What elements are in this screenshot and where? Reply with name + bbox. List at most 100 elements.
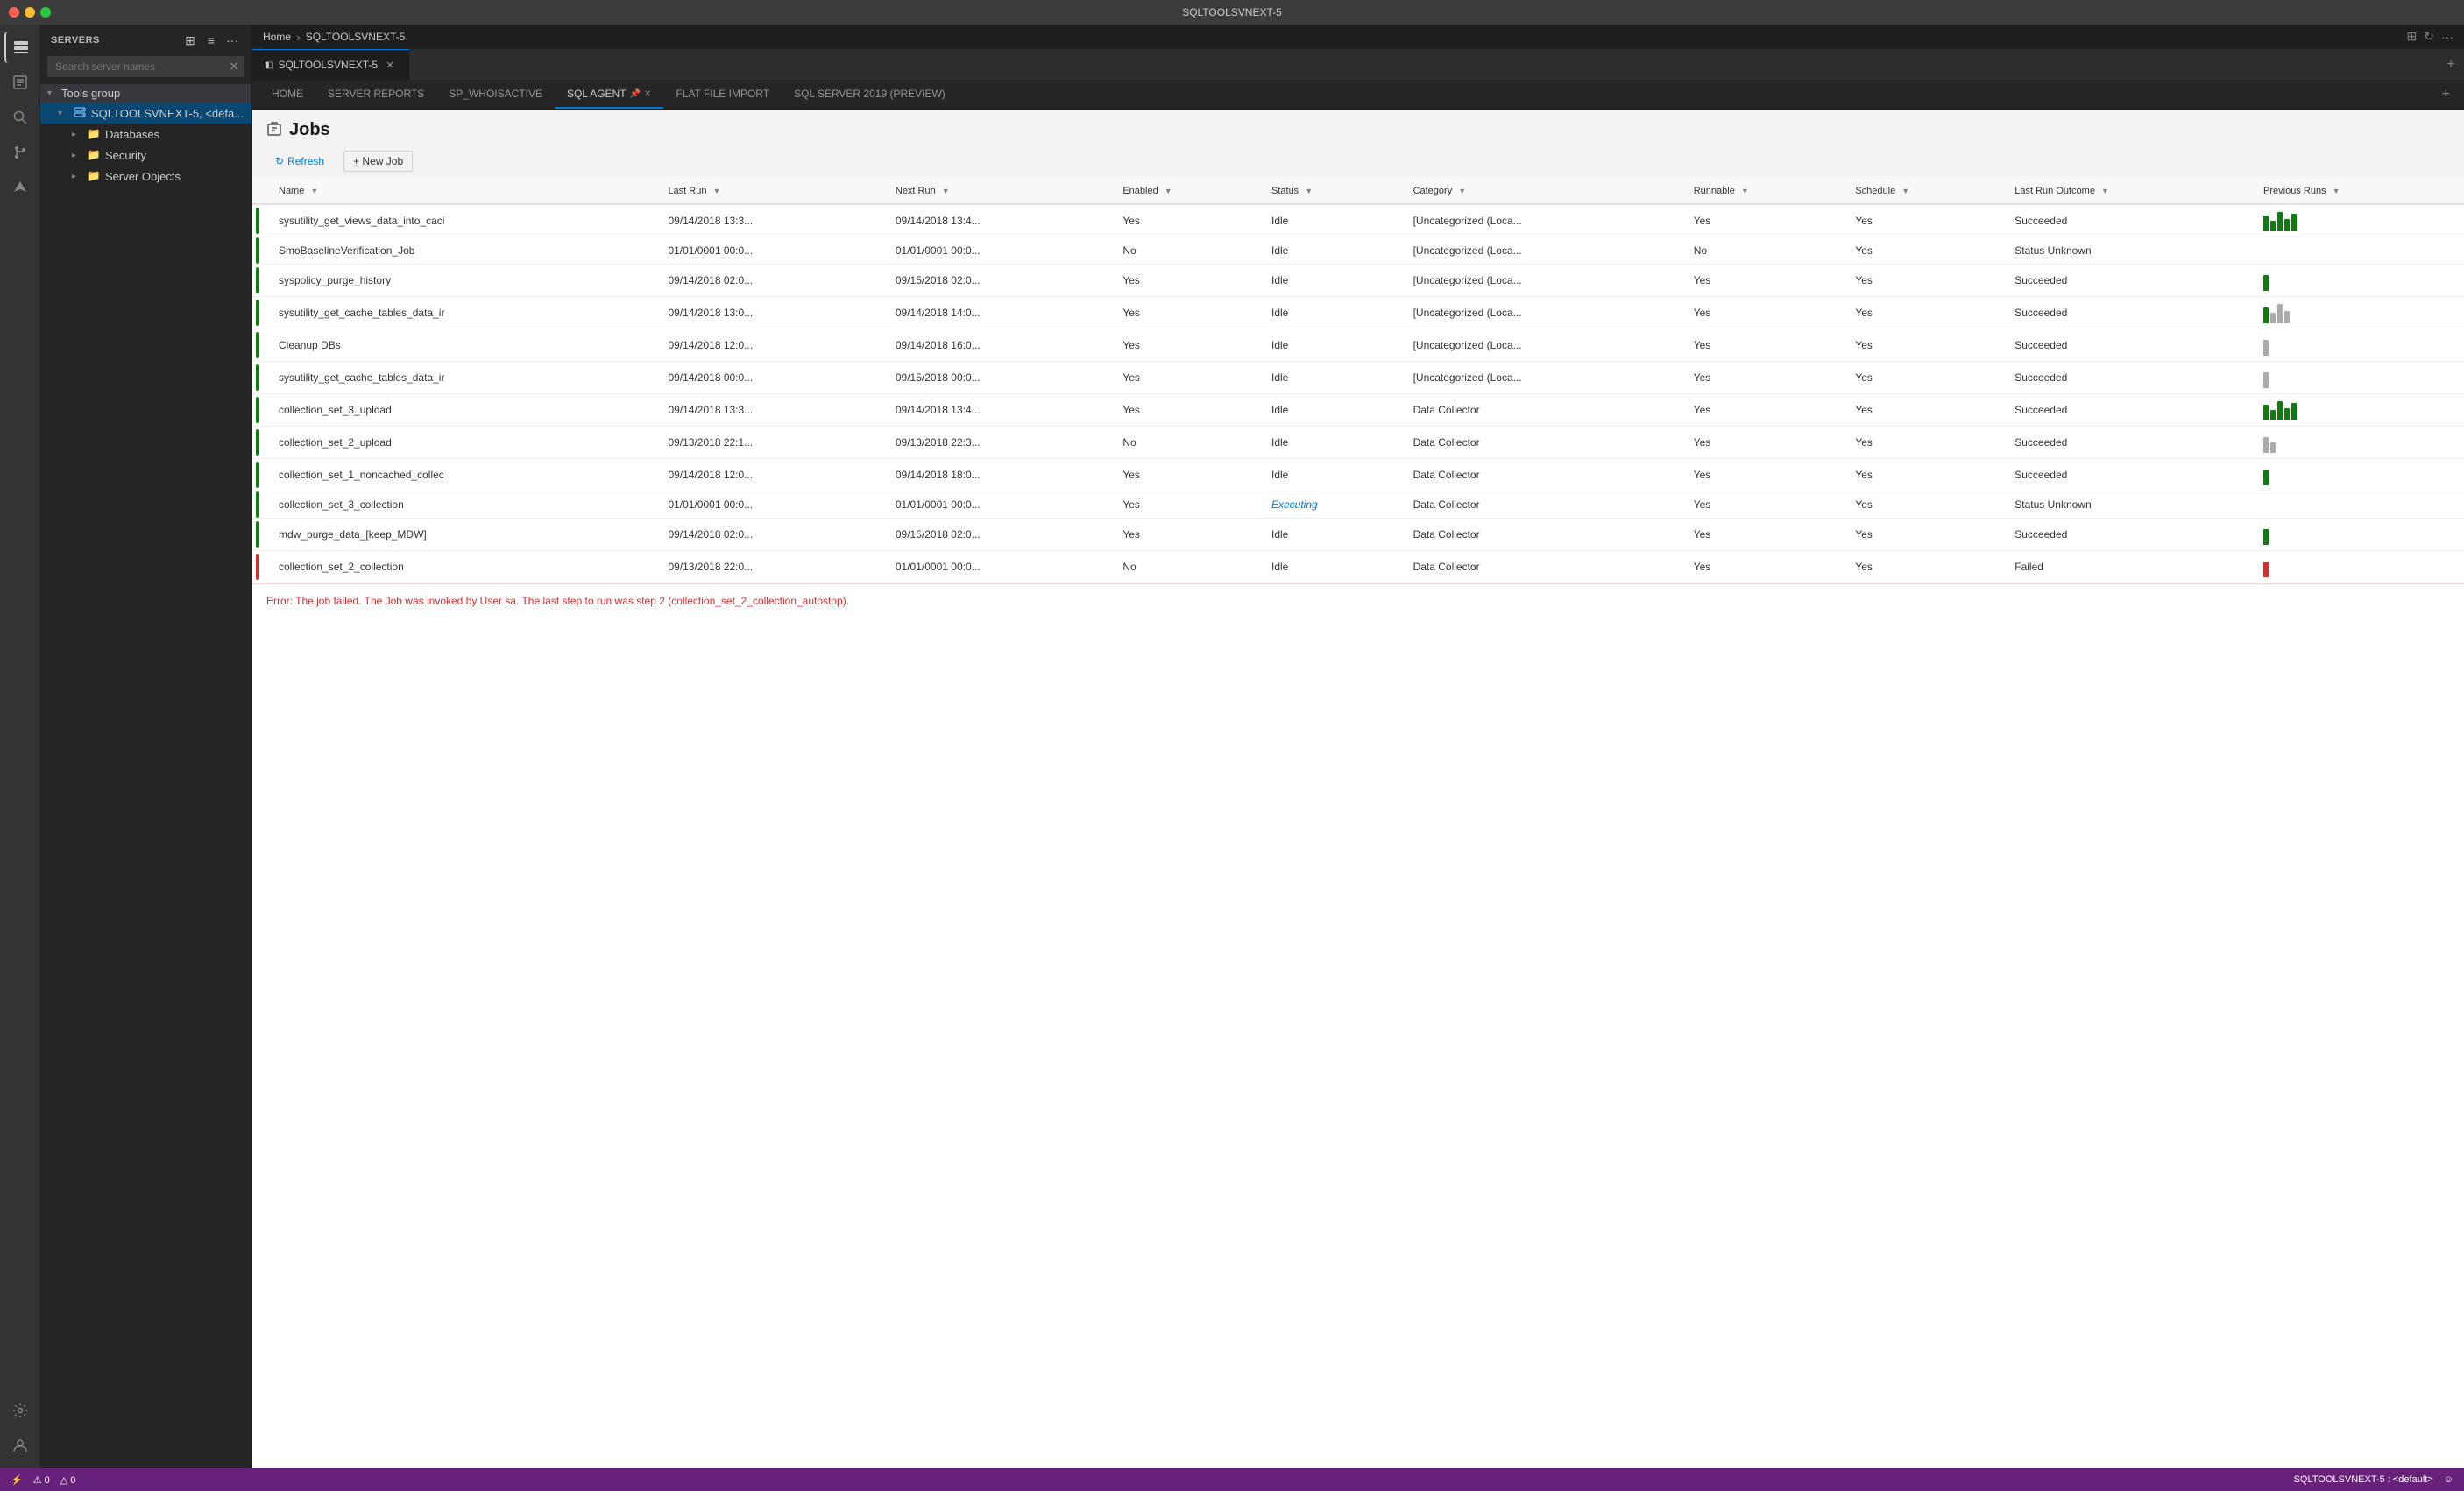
tree-item-server[interactable]: ▾ SQLTOOLSVNEXT-5, <defa... xyxy=(40,102,251,124)
tree-group-tools[interactable]: ▾ Tools group xyxy=(40,84,251,102)
status-indicator xyxy=(256,332,259,358)
search-input[interactable] xyxy=(47,56,244,77)
job-lastRun-cell: 09/14/2018 13:0... xyxy=(659,297,886,329)
job-name-cell: Cleanup DBs xyxy=(270,329,659,362)
tab-close-icon[interactable]: ✕ xyxy=(383,58,397,72)
th-name[interactable]: Name ▼ xyxy=(270,179,659,204)
table-row[interactable]: syspolicy_purge_history09/14/2018 02:0..… xyxy=(252,265,2464,297)
refresh-icon[interactable]: ↻ xyxy=(2424,29,2434,44)
mini-bar-chart xyxy=(2263,399,2455,420)
tab-sql-agent[interactable]: SQL AGENT 📌 ✕ xyxy=(555,81,663,109)
account-icon[interactable] xyxy=(4,1430,36,1461)
table-row[interactable]: Cleanup DBs09/14/2018 12:0...09/14/2018 … xyxy=(252,329,2464,362)
th-previous-runs[interactable]: Previous Runs ▼ xyxy=(2255,179,2464,204)
job-schedule-cell: Yes xyxy=(1846,204,2006,237)
tree-item-databases[interactable]: ▸ 📁 Databases xyxy=(40,124,251,145)
new-job-button[interactable]: + New Job xyxy=(343,151,413,172)
table-row[interactable]: collection_set_3_upload09/14/2018 13:3..… xyxy=(252,394,2464,427)
sql-agent-close-icon[interactable]: ✕ xyxy=(644,89,651,99)
th-schedule[interactable]: Schedule ▼ xyxy=(1846,179,2006,204)
more-icon[interactable]: ··· xyxy=(223,32,241,49)
job-name-cell: collection_set_2_collection xyxy=(270,551,659,583)
refresh-button[interactable]: ↻ Refresh xyxy=(266,152,333,171)
query-icon[interactable] xyxy=(4,67,36,98)
breadcrumb-home[interactable]: Home xyxy=(263,31,291,43)
mini-bar-chart xyxy=(2263,464,2455,485)
deploy-icon[interactable] xyxy=(4,172,36,203)
maximize-button[interactable] xyxy=(40,7,51,18)
collapse-icon[interactable]: ≡ xyxy=(202,32,220,49)
job-schedule-cell: Yes xyxy=(1846,519,2006,551)
th-runnable[interactable]: Runnable ▼ xyxy=(1685,179,1847,204)
tab-home[interactable]: HOME xyxy=(259,81,315,109)
table-row[interactable]: sysutility_get_cache_tables_data_ir09/14… xyxy=(252,362,2464,394)
job-name-cell: mdw_purge_data_[keep_MDW] xyxy=(270,519,659,551)
previous-runs-cell xyxy=(2255,204,2464,237)
tab-server-reports[interactable]: SERVER REPORTS xyxy=(315,81,436,109)
job-runnable-cell: Yes xyxy=(1685,394,1847,427)
new-connection-icon[interactable]: ⊞ xyxy=(181,32,199,49)
job-nextRun-cell: 09/15/2018 02:0... xyxy=(887,265,1114,297)
job-name-cell: sysutility_get_cache_tables_data_ir xyxy=(270,362,659,394)
th-indicator xyxy=(252,179,270,204)
mini-bar xyxy=(2263,562,2269,577)
th-next-run[interactable]: Next Run ▼ xyxy=(887,179,1114,204)
status-indicator xyxy=(256,208,259,234)
search-clear-icon[interactable]: ✕ xyxy=(229,60,239,74)
job-runnable-cell: Yes xyxy=(1685,297,1847,329)
tab-sp-whoisactive[interactable]: SP_WHOISACTIVE xyxy=(436,81,555,109)
settings-icon[interactable] xyxy=(4,1395,36,1426)
job-lastRun-cell: 09/14/2018 13:3... xyxy=(659,204,886,237)
previous-runs-cell xyxy=(2255,297,2464,329)
sql-agent-pin-icon[interactable]: 📌 xyxy=(630,89,641,99)
search-icon[interactable] xyxy=(4,102,36,133)
job-status-cell: Idle xyxy=(1263,265,1405,297)
servers-icon[interactable] xyxy=(4,32,36,63)
table-row[interactable]: collection_set_2_upload09/13/2018 22:1..… xyxy=(252,427,2464,459)
job-enabled-cell: Yes xyxy=(1114,459,1263,491)
tab-sqltoolsvnext[interactable]: ◧ SQLTOOLSVNEXT-5 ✕ xyxy=(252,49,410,80)
th-status[interactable]: Status ▼ xyxy=(1263,179,1405,204)
mini-bar xyxy=(2270,221,2276,231)
table-row[interactable]: collection_set_2_collection09/13/2018 22… xyxy=(252,551,2464,583)
th-enabled[interactable]: Enabled ▼ xyxy=(1114,179,1263,204)
status-indicator xyxy=(256,237,259,264)
job-lastRunOutcome-cell: Status Unknown xyxy=(2006,491,2255,519)
tab-flat-file-import[interactable]: FLAT FILE IMPORT xyxy=(663,81,782,109)
th-last-run[interactable]: Last Run ▼ xyxy=(659,179,886,204)
sidebar-header: SERVERS ⊞ ≡ ··· xyxy=(40,25,251,56)
databases-folder-icon: 📁 xyxy=(86,126,102,142)
tab-sql-server-preview[interactable]: SQL SERVER 2019 (PREVIEW) xyxy=(782,81,958,109)
job-enabled-cell: Yes xyxy=(1114,204,1263,237)
status-right: SQLTOOLSVNEXT-5 : <default> ☺ xyxy=(2294,1474,2453,1485)
refresh-icon: ↻ xyxy=(275,155,284,167)
table-row[interactable]: SmoBaselineVerification_Job01/01/0001 00… xyxy=(252,237,2464,265)
job-status-cell: Idle xyxy=(1263,329,1405,362)
server-objects-label: Server Objects xyxy=(105,170,181,183)
th-last-run-outcome[interactable]: Last Run Outcome ▼ xyxy=(2006,179,2255,204)
mini-bar xyxy=(2263,340,2269,356)
job-lastRunOutcome-cell: Succeeded xyxy=(2006,329,2255,362)
job-nextRun-cell: 01/01/0001 00:0... xyxy=(887,491,1114,519)
job-category-cell: [Uncategorized (Loca... xyxy=(1405,204,1685,237)
job-status-cell: Idle xyxy=(1263,427,1405,459)
layout-icon[interactable]: ⊞ xyxy=(2407,29,2418,44)
minimize-button[interactable] xyxy=(25,7,35,18)
tab-db-icon: ◧ xyxy=(265,60,273,70)
table-row[interactable]: collection_set_1_noncached_collec09/14/2… xyxy=(252,459,2464,491)
th-category[interactable]: Category ▼ xyxy=(1405,179,1685,204)
table-row[interactable]: sysutility_get_cache_tables_data_ir09/14… xyxy=(252,297,2464,329)
job-lastRunOutcome-cell: Succeeded xyxy=(2006,362,2255,394)
tree-item-server-objects[interactable]: ▸ 📁 Server Objects xyxy=(40,166,251,187)
tree-item-security[interactable]: ▸ 📁 Security xyxy=(40,145,251,166)
table-row[interactable]: mdw_purge_data_[keep_MDW]09/14/2018 02:0… xyxy=(252,519,2464,551)
job-enabled-cell: Yes xyxy=(1114,519,1263,551)
close-button[interactable] xyxy=(9,7,19,18)
new-tab-button[interactable]: + xyxy=(2438,49,2464,80)
more-actions-icon[interactable]: ··· xyxy=(2441,30,2453,44)
mini-bar xyxy=(2270,313,2276,323)
table-row[interactable]: sysutility_get_views_data_into_caci09/14… xyxy=(252,204,2464,237)
add-tab-icon[interactable]: + xyxy=(2435,87,2457,102)
table-row[interactable]: collection_set_3_collection01/01/0001 00… xyxy=(252,491,2464,519)
git-icon[interactable] xyxy=(4,137,36,168)
